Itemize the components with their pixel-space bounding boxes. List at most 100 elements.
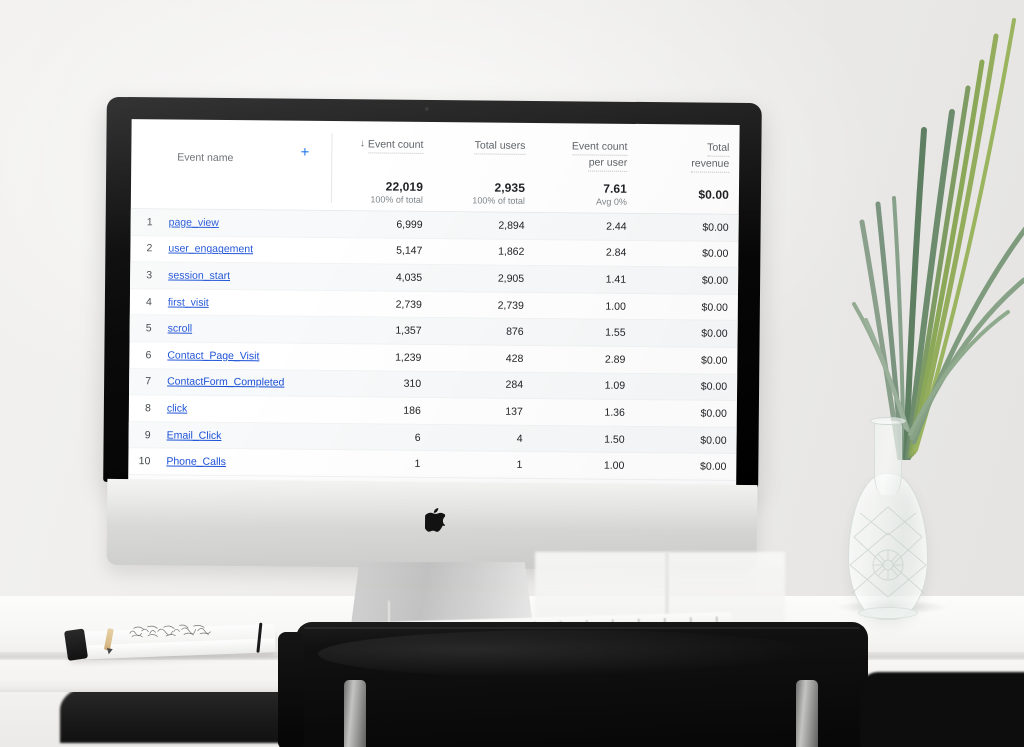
column-header-total-revenue-stack: Total revenue	[691, 140, 730, 173]
row-event-name-cell: Phone_Calls	[158, 456, 328, 470]
event-name-link[interactable]: Phone_Calls	[166, 456, 226, 469]
summary-total-users: 2,935 100% of total	[433, 174, 535, 212]
summary-event-count-per-user-value: 7.61	[603, 181, 628, 196]
row-index: 4	[145, 295, 152, 308]
row-index: 7	[145, 375, 152, 388]
row-index: 5	[145, 322, 152, 335]
desk-scene-photo: Event name + ↓ Event count Total users E…	[0, 0, 1024, 747]
row-total-users-cell: 2,894	[498, 219, 525, 232]
chair-leather-sheen	[318, 630, 818, 678]
office-chair	[278, 622, 868, 747]
row-total-revenue-cell: $0.00	[700, 434, 727, 447]
row-event-count-cell: 4,035	[395, 271, 423, 284]
row-index: 2	[146, 242, 153, 255]
summary-event-count-sub: 100% of total	[370, 194, 423, 205]
row-event-count-cell: 310	[403, 378, 422, 391]
row-event-count-cell: 6	[414, 431, 421, 444]
chair-backrest	[296, 622, 868, 747]
row-event-count-cell: 5,147	[396, 245, 423, 258]
row-event-name-cell: Contact_Page_Visit	[159, 349, 329, 363]
row-event-count-cell: 2,739	[395, 298, 422, 311]
column-header-event-count-per-user-stack: Event count per user	[571, 139, 628, 172]
row-total-users-cell: 4	[516, 432, 523, 445]
row-event-count-per-user-cell: 2.44	[606, 220, 627, 233]
table-header-row: Event name + ↓ Event count Total users E…	[131, 119, 739, 177]
summary-total-users-sub: 100% of total	[472, 195, 525, 206]
row-total-users-cell: 428	[505, 352, 524, 365]
grass-plant	[852, 18, 1024, 460]
row-total-revenue-cell: $0.00	[700, 460, 727, 473]
row-event-count-per-user-cell: 1.50	[604, 433, 625, 446]
column-header-event-count-label: Event count	[367, 137, 424, 154]
column-header-total-users[interactable]: Total users	[433, 132, 535, 175]
column-header-event-name-label: Event name	[177, 151, 234, 164]
row-event-count-per-user-cell: 1.09	[604, 380, 626, 393]
column-header-event-name[interactable]: Event name +	[131, 129, 331, 173]
event-name-link[interactable]: page_view	[169, 216, 219, 228]
row-event-name-cell: ContactForm_Completed	[159, 376, 329, 390]
column-header-event-count-per-user-line2: per user	[588, 155, 628, 172]
row-total-revenue-cell: $0.00	[700, 380, 728, 394]
row-total-users-cell: 876	[506, 325, 524, 339]
event-name-link[interactable]: click	[167, 402, 188, 414]
column-header-total-revenue-line1: Total	[707, 140, 730, 157]
row-total-revenue-cell: $0.00	[701, 274, 729, 287]
row-index: 9	[144, 428, 151, 441]
foreground-dark-object-right	[860, 672, 1024, 747]
row-total-revenue-cell: $0.00	[702, 247, 729, 261]
table-body: 1 page_view 6,999 2,894 2.44 $0.00 2 user_engag…	[128, 209, 739, 481]
row-index: 8	[144, 402, 151, 415]
row-total-users-cell: 284	[505, 379, 524, 392]
vase-lip	[870, 417, 906, 425]
imac-computer: Event name + ↓ Event count Total users E…	[103, 96, 785, 662]
row-index: 1	[146, 216, 153, 229]
row-index: 6	[145, 349, 152, 362]
row-event-count-cell: 6,999	[396, 218, 423, 231]
glass-vase	[842, 415, 934, 620]
row-index: 10	[138, 455, 151, 468]
summary-total-users-value: 2,935	[494, 180, 526, 195]
row-total-users-cell: 2,905	[497, 272, 525, 285]
row-event-count-cell: 186	[403, 404, 421, 417]
summary-total-revenue: $0.00	[637, 176, 739, 214]
row-total-users-cell: 1,862	[498, 246, 525, 259]
row-event-count-cell: 1,239	[395, 351, 422, 364]
row-total-revenue-cell: $0.00	[701, 301, 728, 314]
column-header-total-revenue[interactable]: Total revenue	[637, 134, 739, 177]
summary-blank-cell	[131, 171, 331, 210]
add-column-plus-icon[interactable]: +	[300, 144, 309, 161]
chair-chrome-post-right	[796, 680, 818, 747]
summary-event-count: 22,019 100% of total	[331, 173, 433, 211]
chair-seam	[304, 627, 860, 629]
table-row[interactable]: 10 Phone_Calls 1 1 1.00 $0.00	[128, 448, 737, 481]
row-event-count-per-user-cell: 1.36	[604, 406, 625, 419]
event-name-link[interactable]: Contact_Page_Visit	[167, 349, 259, 362]
row-total-users-cell: 2,739	[497, 299, 524, 312]
row-event-count-per-user-cell: 2.89	[604, 353, 626, 366]
chair-chrome-post-left	[344, 680, 366, 747]
event-name-link[interactable]: user_engagement	[168, 243, 253, 256]
row-event-name-cell: page_view	[161, 216, 331, 230]
row-event-count-per-user-cell: 1.00	[603, 459, 625, 472]
row-event-count-per-user-cell: 1.00	[605, 300, 626, 313]
sort-descending-arrow-icon: ↓	[359, 138, 366, 150]
row-index: 3	[146, 269, 153, 282]
vase-neck	[874, 421, 902, 495]
row-total-revenue-cell: $0.00	[702, 221, 729, 234]
row-total-revenue-cell: $0.00	[700, 407, 727, 420]
notebook-spine	[63, 628, 89, 661]
row-total-revenue-cell: $0.00	[701, 354, 728, 367]
table-summary-row: 22,019 100% of total 2,935 100% of total…	[130, 171, 740, 215]
event-name-link[interactable]: session_start	[168, 269, 230, 282]
event-name-link[interactable]: first_visit	[168, 296, 209, 308]
event-name-link[interactable]: scroll	[168, 323, 193, 335]
summary-total-revenue-value: $0.00	[698, 187, 730, 202]
row-event-count-cell: 1	[414, 457, 421, 471]
column-header-event-count[interactable]: ↓ Event count	[331, 131, 433, 174]
row-event-name-cell: user_engagement	[160, 243, 330, 257]
event-name-link[interactable]: Email_Click	[167, 429, 222, 442]
column-header-total-users-label: Total users	[474, 138, 526, 155]
column-header-event-count-per-user[interactable]: Event count per user	[535, 133, 637, 176]
event-name-link[interactable]: ContactForm_Completed	[167, 376, 284, 389]
column-header-total-revenue-line2: revenue	[691, 156, 730, 173]
